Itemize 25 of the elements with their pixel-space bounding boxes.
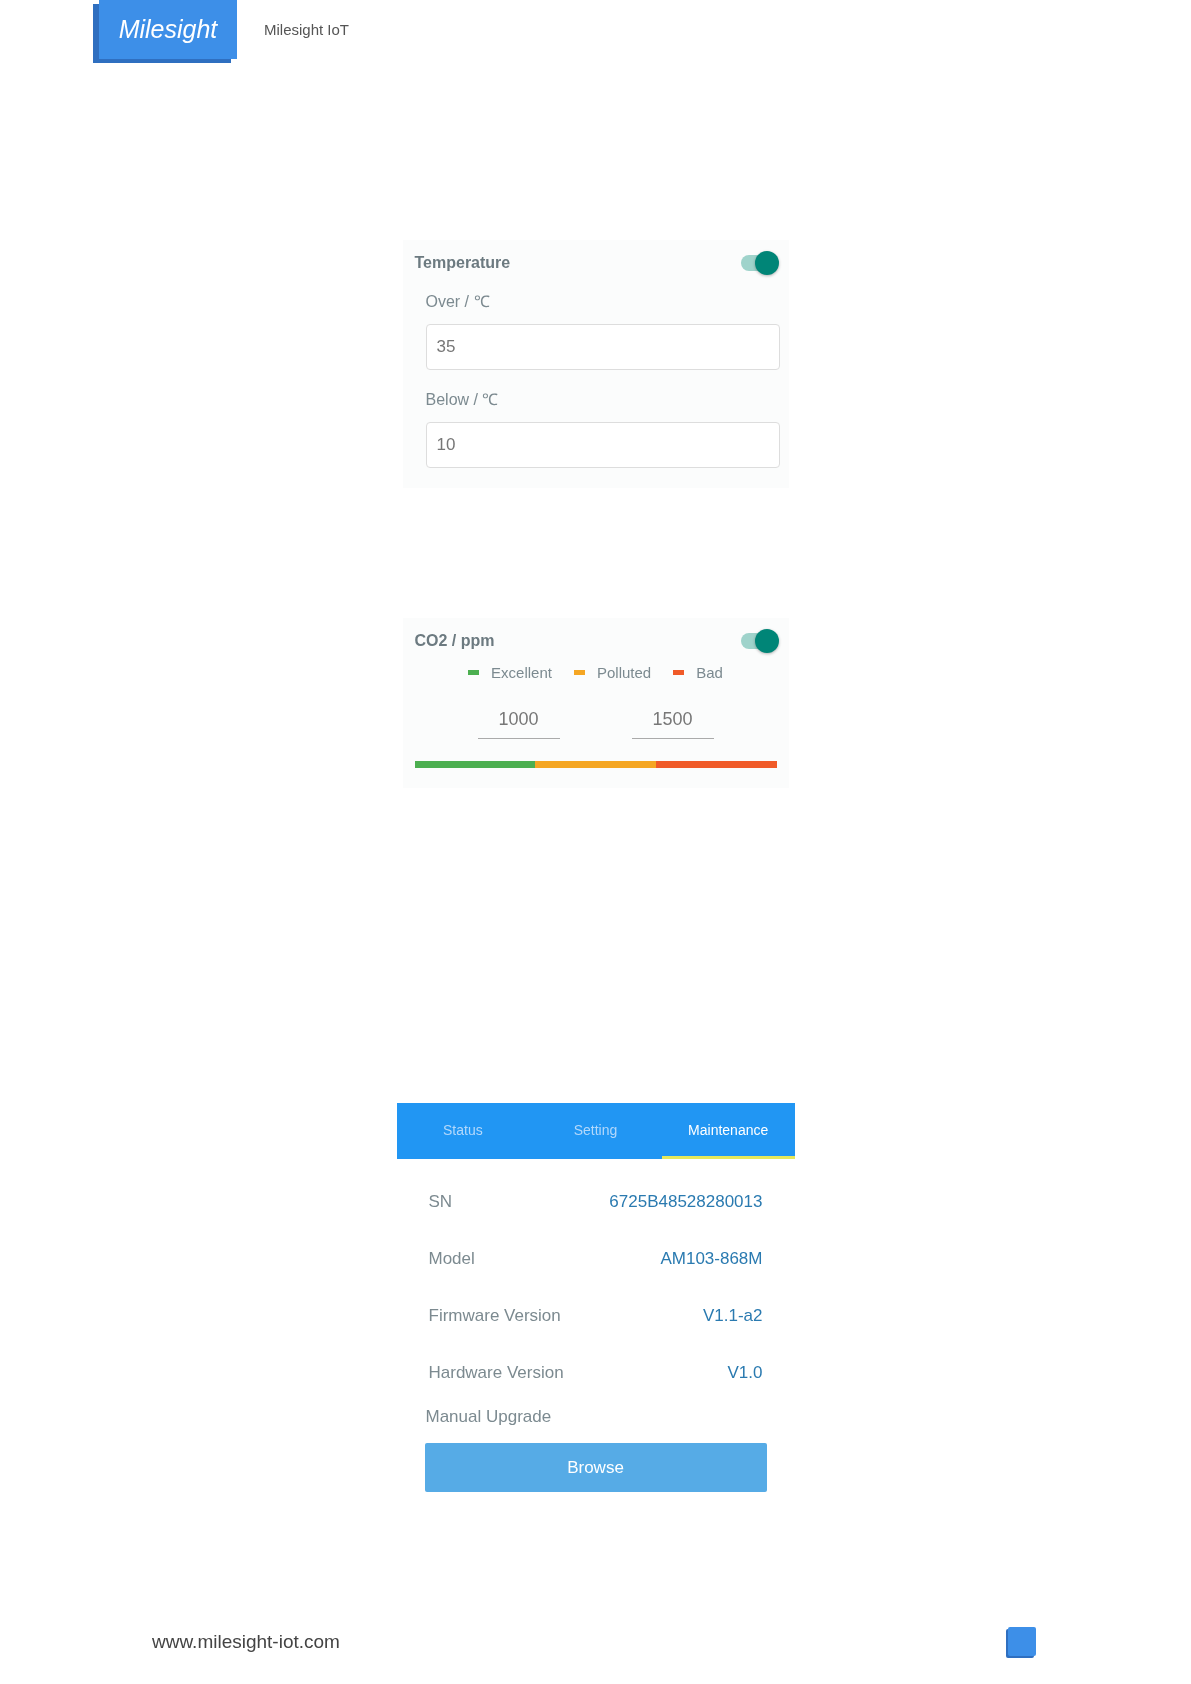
input-field[interactable]: 10 [425, 422, 780, 468]
threshold-field[interactable]: 1500 [631, 701, 714, 739]
field-label: Below / ℃ [425, 390, 500, 410]
card-title: CO2 / ppm [414, 632, 495, 650]
card-title: Temperature [414, 254, 511, 272]
info-value: AM103-868M [660, 1248, 763, 1269]
threshold-field[interactable]: 1000 [477, 701, 560, 739]
website-url: www.milesight-iot.com [152, 1630, 340, 1653]
legend-label: Polluted [596, 664, 652, 681]
info-value: V1.1-a2 [702, 1305, 763, 1326]
input-field[interactable]: 35 [425, 324, 780, 370]
info-label: Model [428, 1248, 475, 1269]
info-label: Firmware Version [428, 1305, 561, 1326]
field-label: Over / ℃ [425, 292, 491, 312]
info-label: Hardware Version [428, 1362, 564, 1383]
square-icon [1008, 1627, 1036, 1656]
browse-button[interactable]: Browse [424, 1443, 767, 1492]
legend-label: Excellent [491, 664, 552, 681]
section-label: Manual Upgrade [425, 1407, 553, 1427]
info-value: V1.0 [727, 1362, 763, 1383]
tab[interactable]: Maintenance [661, 1103, 795, 1159]
brand-name: Milesight IoT [264, 21, 350, 38]
info-value: 6725B48528280013 [609, 1191, 763, 1212]
legend-label: Bad [696, 664, 723, 681]
info-label: SN [428, 1191, 453, 1212]
